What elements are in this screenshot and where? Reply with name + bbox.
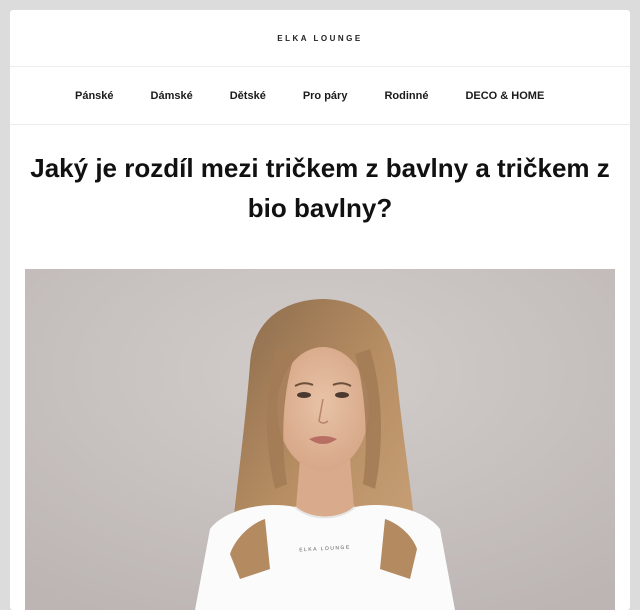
nav-item-detske[interactable]: Dětské [230,90,266,102]
right-eye [335,392,349,398]
nav-item-pro-pary[interactable]: Pro páry [303,90,348,102]
hero-image[interactable]: ELKA LOUNGE [25,269,615,610]
left-eye [297,392,311,398]
nav-item-damske[interactable]: Dámské [151,90,193,102]
header: ELKA LOUNGE [10,10,630,67]
email-card: ELKA LOUNGE Pánské Dámské Dětské Pro pár… [10,10,630,610]
article-title: Jaký je rozdíl mezi tričkem z bavlny a t… [30,153,610,223]
nav-item-panske[interactable]: Pánské [75,90,114,102]
nav-item-deco-home[interactable]: DECO & HOME [465,90,544,102]
nav-item-rodinne[interactable]: Rodinné [384,90,428,102]
brand-logo[interactable]: ELKA LOUNGE [277,34,362,43]
category-nav: Pánské Dámské Dětské Pro páry Rodinné DE… [10,67,630,125]
hero-photo [25,269,615,610]
